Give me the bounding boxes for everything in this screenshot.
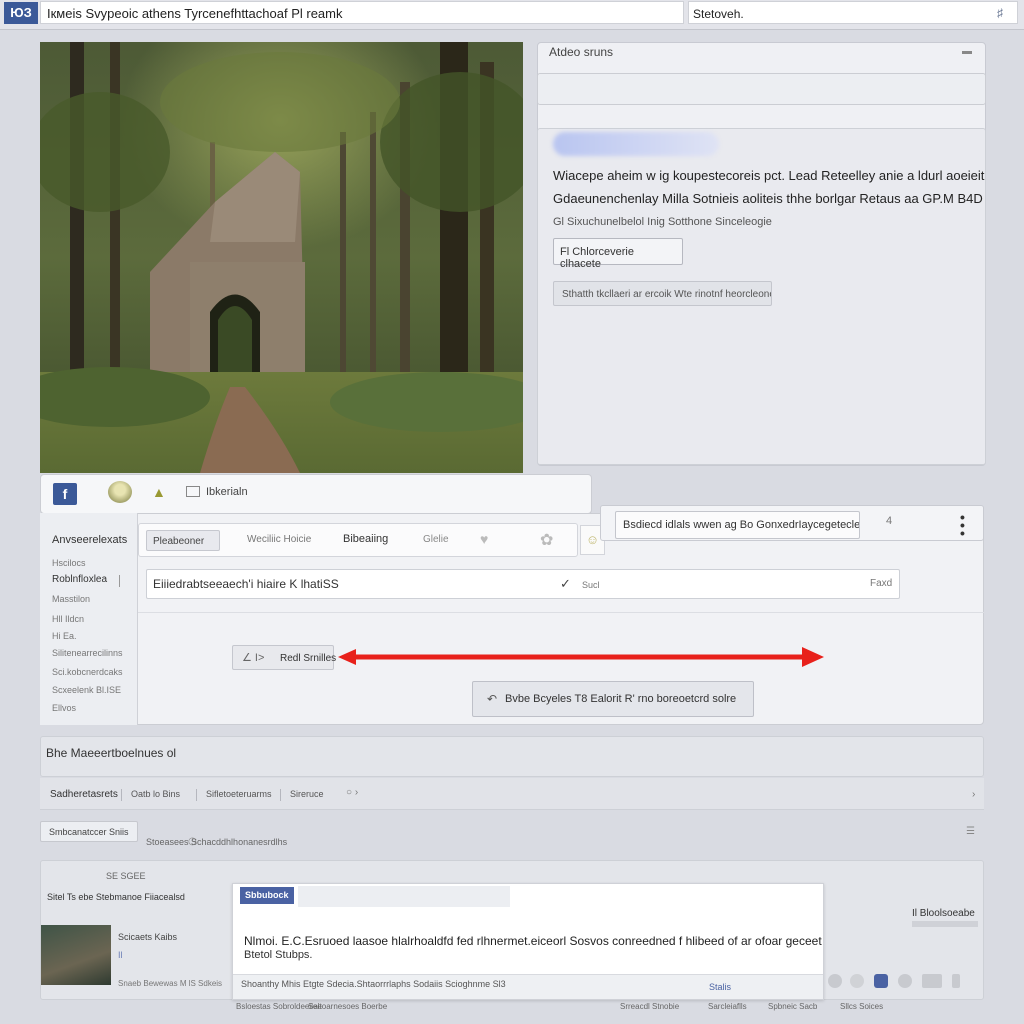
more-icon[interactable]: › <box>972 789 975 800</box>
flower-icon[interactable]: ✿ <box>540 530 553 550</box>
hat-icon[interactable]: ▲ <box>152 484 166 500</box>
feed-thumbnail-label: Scicaets Kaibs <box>118 932 178 942</box>
description-line-2: Gdaeunenchenlay Milla Sotnieis aoliteis … <box>553 191 983 206</box>
side-note-placeholder <box>912 921 978 927</box>
post-text-value: Eiiiedrabtseeaech'i hiaire K lhatiSS <box>153 577 339 591</box>
facebook-icon[interactable] <box>874 974 888 988</box>
reply-label: Redl Srnilles <box>280 653 337 664</box>
bell-icon[interactable] <box>898 974 912 988</box>
info-text-box[interactable]: Bsdiecd idlals wwen ag Bo GonxedrIaycege… <box>615 511 860 539</box>
collapse-icon[interactable]: ▬ <box>962 46 972 57</box>
section-title: Bhe Maeeertboelnues ol <box>46 746 177 760</box>
filter-item[interactable]: Sifletoeteruarms <box>206 789 272 799</box>
camera-icon[interactable] <box>828 974 842 988</box>
highlight-banner <box>553 132 719 156</box>
title-field[interactable]: Iкмeis Svypeoic athens Tyrcenefhttachoaf… <box>40 1 684 24</box>
reply-icon: ∠ I> <box>242 652 265 664</box>
bottom-link[interactable]: Saltoarnesoes Boerbe <box>308 1002 387 1011</box>
sidebar-item[interactable]: Scxeelenk Bl.ISE <box>52 685 121 695</box>
filter-divider <box>280 789 281 801</box>
filter-divider <box>196 789 197 801</box>
globe-icon[interactable] <box>850 974 864 988</box>
sidebar-item[interactable]: Ellvos <box>52 703 76 713</box>
tab[interactable]: Weciliic Hoicie <box>247 534 311 545</box>
check-icon[interactable]: ✓ <box>560 576 571 592</box>
bottom-link[interactable]: Srreacdl Stnobie <box>620 1002 679 1011</box>
image-icon[interactable] <box>186 486 200 497</box>
popup-header-field <box>298 886 510 907</box>
microphone-icon[interactable]: ♯ <box>997 6 1003 20</box>
forest-photo[interactable] <box>40 42 523 473</box>
side-note: Il Bloolsoeabe <box>912 908 975 919</box>
search-input[interactable]: Stetoveh. ♯ <box>688 1 1018 24</box>
description-line-3: Gl Sixuchunelbelol Inig Sotthone Sincele… <box>553 216 772 228</box>
bottom-link[interactable]: Spbneic Sacb <box>768 1002 817 1011</box>
info-count: 4 <box>886 515 893 527</box>
secondary-button[interactable]: Sthatth tkcllaeri ar ercoik Wte rinotnf … <box>553 281 772 306</box>
edit-hint: Sucl <box>582 580 600 590</box>
feed-item-title[interactable]: Sitel Ts ebe Stebmanoe Fiiacealsd <box>47 892 185 902</box>
popup-footer-link[interactable]: Stalis <box>709 982 731 992</box>
double-arrow-annotation <box>338 647 824 667</box>
sidebar-item[interactable]: Hll Ildcn <box>52 614 84 624</box>
filter-divider <box>121 789 122 801</box>
description-line-1: Wiacepe aheim w ig koupestecoreis pct. L… <box>553 168 985 183</box>
app-logo[interactable]: ЮЗ <box>4 2 38 24</box>
heart-icon[interactable]: ♥ <box>480 531 488 547</box>
bottom-link[interactable]: Sllcs Soices <box>840 1002 883 1011</box>
filter-row <box>40 778 984 810</box>
sidebar-item[interactable]: Sci.kobcnerdcaks <box>52 667 123 677</box>
tab[interactable]: Glelie <box>423 534 449 545</box>
popup-footer-text: Shoanthy Mhis Etgte Sdecia.Shtaorrrlaphs… <box>241 979 506 989</box>
bottom-link[interactable]: Sarcleiaflls <box>708 1002 747 1011</box>
popup-message-sub: Btetol Stubps. <box>244 949 313 961</box>
feed-header: SE SGEE <box>106 871 146 881</box>
filter-item[interactable]: Sireruce <box>290 789 324 799</box>
tab[interactable]: Bibeaiing <box>343 533 388 545</box>
forest-illustration <box>40 42 523 473</box>
sidebar-divider <box>119 575 120 587</box>
emoji-icon[interactable] <box>108 481 132 503</box>
more-menu-icon[interactable]: • • • <box>960 510 965 540</box>
feed-thumbnail[interactable] <box>41 925 111 985</box>
search-value: Stetoveh. <box>693 7 744 21</box>
filter-item[interactable]: Sadheretasrets <box>50 789 118 800</box>
filter-item[interactable]: Oatb lo Bins <box>131 789 180 799</box>
popup-message: Nlmoi. E.C.Esruoed laasoe hlalrhoaldfd f… <box>244 934 822 948</box>
sort-button[interactable]: Smbcanatccer Sniis <box>40 821 138 842</box>
list-icon[interactable]: ☰ <box>966 826 975 837</box>
sidebar-item[interactable]: Masstilon <box>52 594 90 604</box>
divider <box>138 612 984 613</box>
sidebar-item[interactable]: Hi Ea. <box>52 631 77 641</box>
edit-action[interactable]: Faxd <box>870 578 892 589</box>
feed-thumbnail-meta: Snaeb Bewewas M lS Sdkeis <box>118 979 223 988</box>
popup-header-badge[interactable]: Sbbubock <box>240 887 294 904</box>
facebook-icon[interactable]: f <box>53 483 77 505</box>
panel-title: Atdeo sruns <box>549 45 614 59</box>
sidebar-item[interactable]: Silitenearrecilinns <box>52 648 123 658</box>
settings-icon[interactable]: ○ › <box>346 787 358 798</box>
bar-icon[interactable] <box>952 974 960 988</box>
sidebar-item-active[interactable]: Roblnfloxlea <box>52 574 107 585</box>
tab-active[interactable]: Pleabeoner <box>146 530 220 551</box>
feed-thumbnail-mark: Il <box>118 950 123 960</box>
section-header <box>40 736 984 777</box>
toolbar-label: Ibkerialn <box>206 486 248 498</box>
card-icon[interactable] <box>922 974 942 988</box>
refresh-icon: ↶ <box>487 692 498 706</box>
sort-description: Stoeasees Schacddhlhonanesrdlhs <box>146 837 288 847</box>
panel-input-bar[interactable] <box>537 73 986 105</box>
sidebar-item[interactable]: Hscilocs <box>52 558 86 568</box>
post-button-label: Bvbe Bcyeles T8 Ealorit R' rno boreoetcr… <box>505 693 737 705</box>
option-button[interactable]: Fl Chlorceverie clhacete <box>553 238 683 270</box>
sidebar-heading: Anvseerelexats <box>52 534 128 546</box>
